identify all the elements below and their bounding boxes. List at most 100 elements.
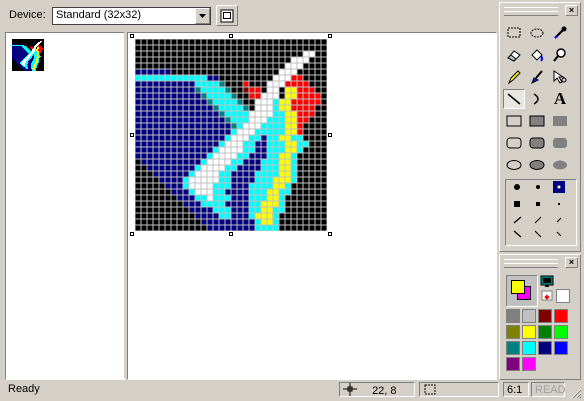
pixel-cell[interactable] [243, 177, 249, 183]
pixel-cell[interactable] [183, 141, 189, 147]
pixel-cell[interactable] [231, 159, 237, 165]
pixel-cell[interactable] [147, 93, 153, 99]
slash-size-large[interactable] [513, 216, 522, 224]
pixel-cell[interactable] [267, 201, 273, 207]
pixel-cell[interactable] [273, 225, 279, 231]
pixel-cell[interactable] [177, 165, 183, 171]
pixel-cell[interactable] [189, 129, 195, 135]
pixel-cell[interactable] [267, 213, 273, 219]
pixel-cell[interactable] [261, 75, 267, 81]
pixel-cell[interactable] [291, 87, 297, 93]
pixel-cell[interactable] [321, 159, 327, 165]
pixel-cell[interactable] [315, 81, 321, 87]
pixel-cell[interactable] [249, 219, 255, 225]
pixel-cell[interactable] [141, 171, 147, 177]
pixel-cell[interactable] [309, 123, 315, 129]
pixel-cell[interactable] [165, 165, 171, 171]
pixel-cell[interactable] [315, 135, 321, 141]
pixel-cell[interactable] [183, 39, 189, 45]
pixel-cell[interactable] [135, 57, 141, 63]
pixel-cell[interactable] [273, 165, 279, 171]
pixel-cell[interactable] [231, 93, 237, 99]
resize-handle-left[interactable] [130, 133, 134, 137]
pixel-cell[interactable] [153, 219, 159, 225]
pixel-cell[interactable] [321, 189, 327, 195]
pixel-cell[interactable] [153, 69, 159, 75]
pixel-cell[interactable] [219, 219, 225, 225]
pixel-cell[interactable] [291, 207, 297, 213]
pixel-cell[interactable] [219, 225, 225, 231]
pixel-cell[interactable] [231, 111, 237, 117]
pixel-cell[interactable] [285, 153, 291, 159]
pixel-cell[interactable] [219, 183, 225, 189]
pixel-cell[interactable] [141, 201, 147, 207]
pixel-cell[interactable] [219, 105, 225, 111]
pixel-cell[interactable] [183, 177, 189, 183]
pixel-cell[interactable] [189, 99, 195, 105]
pixel-cell[interactable] [279, 177, 285, 183]
pixel-cell[interactable] [303, 159, 309, 165]
pixel-cell[interactable] [153, 129, 159, 135]
pixel-cell[interactable] [159, 141, 165, 147]
pixel-cell[interactable] [177, 177, 183, 183]
color-swatch[interactable] [522, 309, 536, 323]
pixel-cell[interactable] [309, 45, 315, 51]
pixel-cell[interactable] [219, 111, 225, 117]
pixel-cell[interactable] [309, 153, 315, 159]
free-form-select-tool[interactable] [526, 23, 548, 43]
pixel-cell[interactable] [189, 81, 195, 87]
pixel-cell[interactable] [279, 159, 285, 165]
pixel-cell[interactable] [177, 69, 183, 75]
pixel-cell[interactable] [261, 183, 267, 189]
pixel-cell[interactable] [285, 81, 291, 87]
pixel-cell[interactable] [255, 195, 261, 201]
pixel-cell[interactable] [309, 81, 315, 87]
pixel-cell[interactable] [255, 165, 261, 171]
pixel-cell[interactable] [135, 201, 141, 207]
pixel-cell[interactable] [135, 105, 141, 111]
pixel-cell[interactable] [273, 207, 279, 213]
pixel-cell[interactable] [261, 117, 267, 123]
pixel-cell[interactable] [165, 51, 171, 57]
pixel-cell[interactable] [189, 219, 195, 225]
pixel-cell[interactable] [297, 63, 303, 69]
pixel-cell[interactable] [297, 219, 303, 225]
pixel-cell[interactable] [195, 225, 201, 231]
pixel-cell[interactable] [267, 39, 273, 45]
pixel-cell[interactable] [207, 87, 213, 93]
pixel-cell[interactable] [243, 81, 249, 87]
pixel-cell[interactable] [141, 129, 147, 135]
pixel-cell[interactable] [153, 159, 159, 165]
pixel-cell[interactable] [255, 63, 261, 69]
pixel-cell[interactable] [237, 99, 243, 105]
pixel-cell[interactable] [321, 111, 327, 117]
pixel-cell[interactable] [315, 123, 321, 129]
pixel-cell[interactable] [189, 171, 195, 177]
filled-rectangle-border-tool[interactable] [526, 111, 548, 131]
pixel-cell[interactable] [291, 105, 297, 111]
pixel-cell[interactable] [303, 195, 309, 201]
pixel-cell[interactable] [273, 177, 279, 183]
pixel-cell[interactable] [231, 45, 237, 51]
pixel-cell[interactable] [219, 189, 225, 195]
pixel-cell[interactable] [147, 57, 153, 63]
pixel-cell[interactable] [273, 201, 279, 207]
pixel-cell[interactable] [297, 39, 303, 45]
pixel-cell[interactable] [165, 207, 171, 213]
pixel-cell[interactable] [201, 63, 207, 69]
pixel-cell[interactable] [267, 51, 273, 57]
pixel-cell[interactable] [213, 57, 219, 63]
pixel-cell[interactable] [315, 147, 321, 153]
pixel-cell[interactable] [177, 225, 183, 231]
pixel-cell[interactable] [267, 129, 273, 135]
pixel-cell[interactable] [207, 123, 213, 129]
pixel-cell[interactable] [231, 63, 237, 69]
pixel-cell[interactable] [189, 51, 195, 57]
pixel-cell[interactable] [309, 219, 315, 225]
pixel-cell[interactable] [147, 123, 153, 129]
pixel-cell[interactable] [183, 45, 189, 51]
pixel-cell[interactable] [291, 201, 297, 207]
pixel-cell[interactable] [219, 141, 225, 147]
pixel-cell[interactable] [321, 87, 327, 93]
pixel-cell[interactable] [255, 183, 261, 189]
